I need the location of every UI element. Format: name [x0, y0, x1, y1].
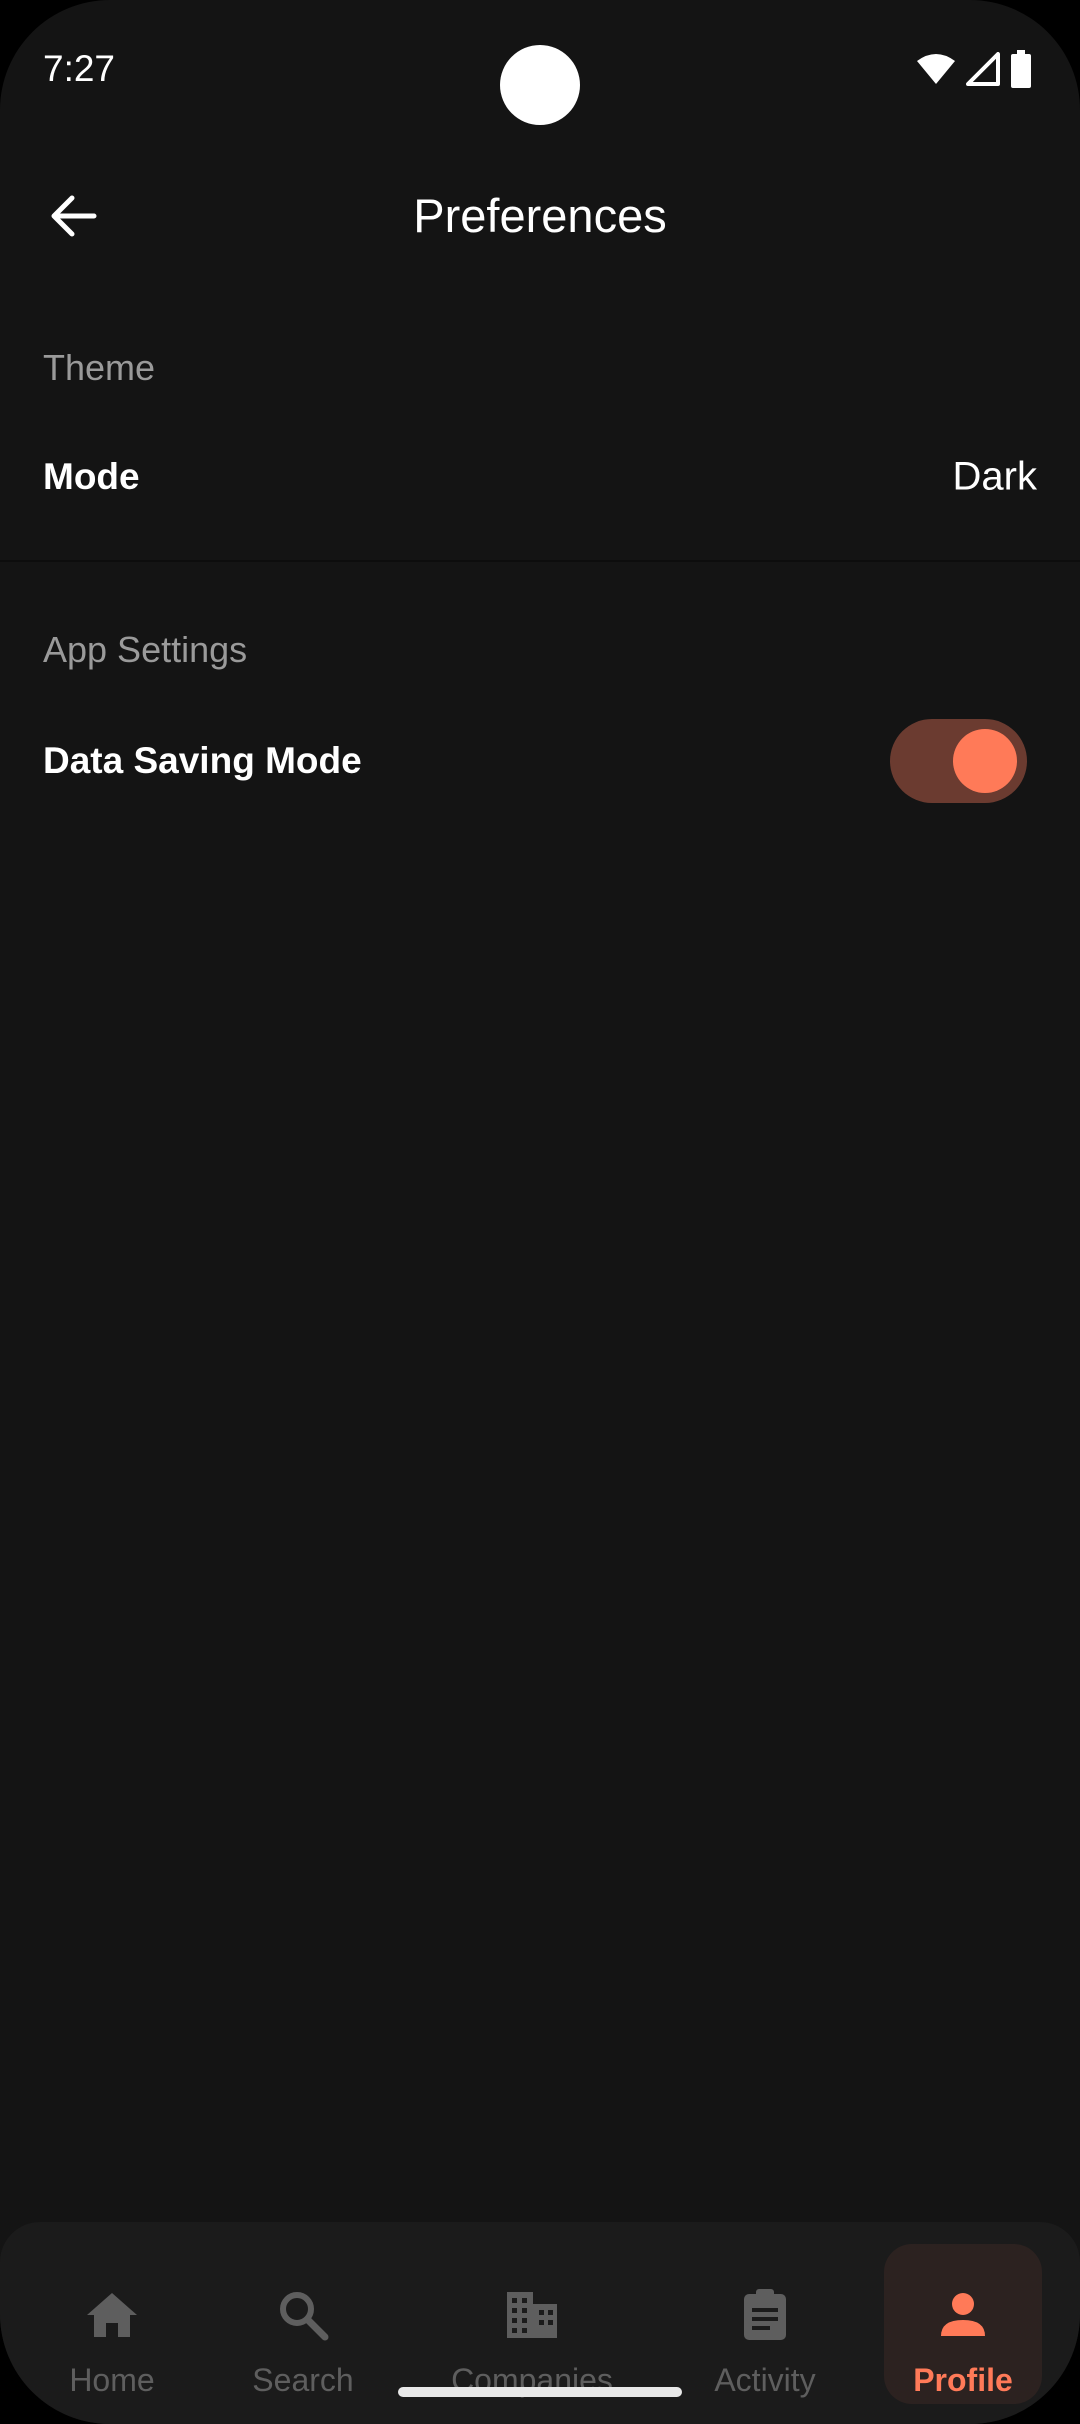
search-icon: [277, 2286, 329, 2344]
nav-item-profile[interactable]: Profile: [884, 2244, 1042, 2404]
toggle-knob: [953, 729, 1017, 793]
mode-label: Mode: [43, 456, 140, 497]
wifi-icon: [916, 53, 956, 85]
nav-label-home: Home: [69, 2362, 155, 2398]
nav-label-activity: Activity: [714, 2362, 816, 2398]
nav-item-companies[interactable]: Companies: [438, 2244, 626, 2404]
home-icon: [85, 2286, 139, 2344]
status-icons: [916, 50, 1032, 88]
preferences-screen: 7:27 Preferences Theme Mode Dark App Set…: [0, 0, 1080, 2424]
page-title: Preferences: [413, 189, 667, 242]
nav-label-search: Search: [252, 2362, 354, 2398]
data-saving-label: Data Saving Mode: [43, 740, 362, 781]
camera-cutout: [500, 45, 580, 125]
nav-item-search[interactable]: Search: [243, 2244, 363, 2404]
theme-section-header: Theme: [43, 347, 156, 388]
section-divider: [0, 560, 1080, 562]
nav-label-profile: Profile: [913, 2362, 1013, 2398]
nav-item-home[interactable]: Home: [52, 2244, 172, 2404]
app-settings-section-header: App Settings: [43, 629, 248, 670]
person-icon: [939, 2286, 987, 2344]
data-saving-toggle[interactable]: [890, 719, 1027, 803]
status-time: 7:27: [43, 48, 116, 89]
mode-row[interactable]: Mode Dark: [0, 422, 1080, 532]
home-indicator[interactable]: [398, 2387, 682, 2397]
signal-icon: [966, 52, 1000, 86]
battery-icon: [1010, 50, 1032, 88]
clipboard-icon: [742, 2286, 788, 2344]
mode-value: Dark: [952, 454, 1037, 499]
data-saving-row: Data Saving Mode: [0, 706, 1080, 816]
nav-item-activity[interactable]: Activity: [700, 2244, 830, 2404]
building-icon: [505, 2286, 559, 2344]
